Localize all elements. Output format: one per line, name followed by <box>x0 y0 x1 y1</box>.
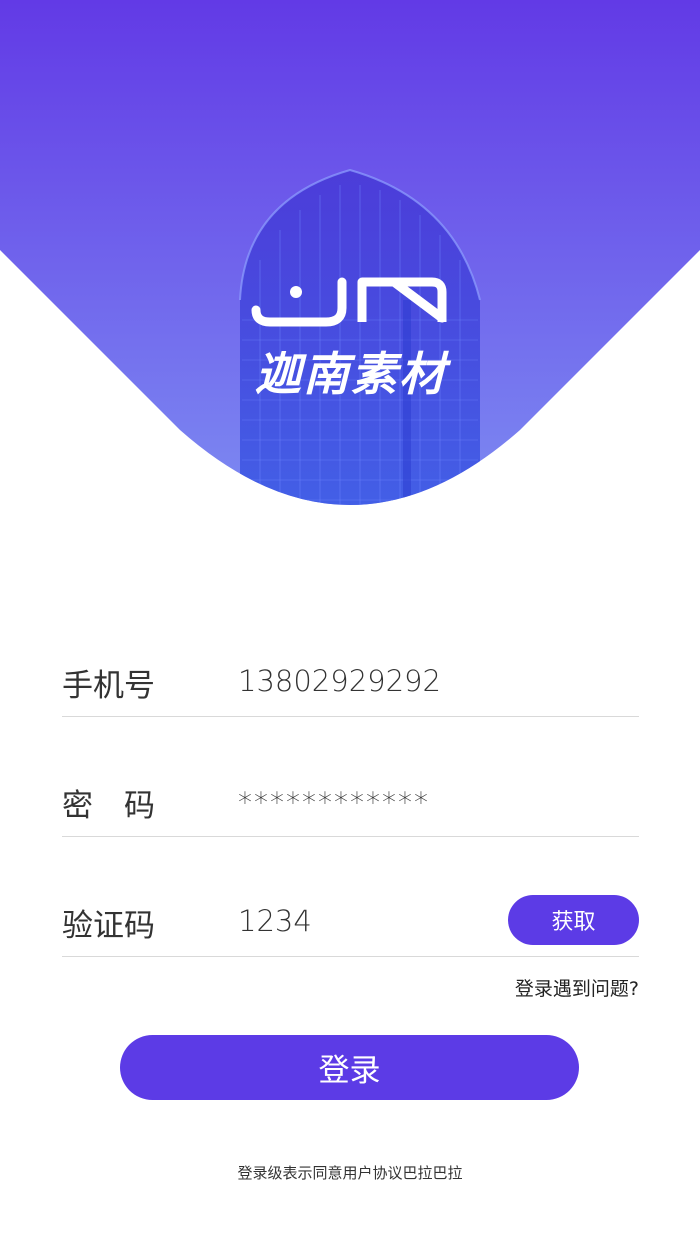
login-form: 手机号 13802929292 密 码 ************ 验证码 123… <box>62 640 639 1000</box>
hero-banner <box>0 0 700 520</box>
code-label: 验证码 <box>62 908 155 944</box>
agreement-text[interactable]: 登录级表示同意用户协议巴拉巴拉 <box>0 1162 700 1183</box>
login-button[interactable]: 登录 <box>120 1035 579 1100</box>
jn-logo-icon <box>251 277 447 327</box>
code-input[interactable]: 1234 <box>238 904 312 938</box>
get-code-button[interactable]: 获取 <box>508 895 639 945</box>
phone-divider <box>62 716 639 717</box>
phone-input[interactable]: 13802929292 <box>238 664 441 698</box>
hero-background <box>0 0 700 505</box>
phone-row: 手机号 13802929292 <box>62 640 639 760</box>
password-label: 密 码 <box>62 788 155 824</box>
code-divider <box>62 956 639 957</box>
login-help-link[interactable]: 登录遇到问题? <box>515 974 639 1001</box>
password-row: 密 码 ************ <box>62 760 639 880</box>
password-divider <box>62 836 639 837</box>
brand-name: 迦南素材 <box>255 347 447 401</box>
phone-label: 手机号 <box>62 668 155 704</box>
password-input[interactable]: ************ <box>238 786 430 819</box>
